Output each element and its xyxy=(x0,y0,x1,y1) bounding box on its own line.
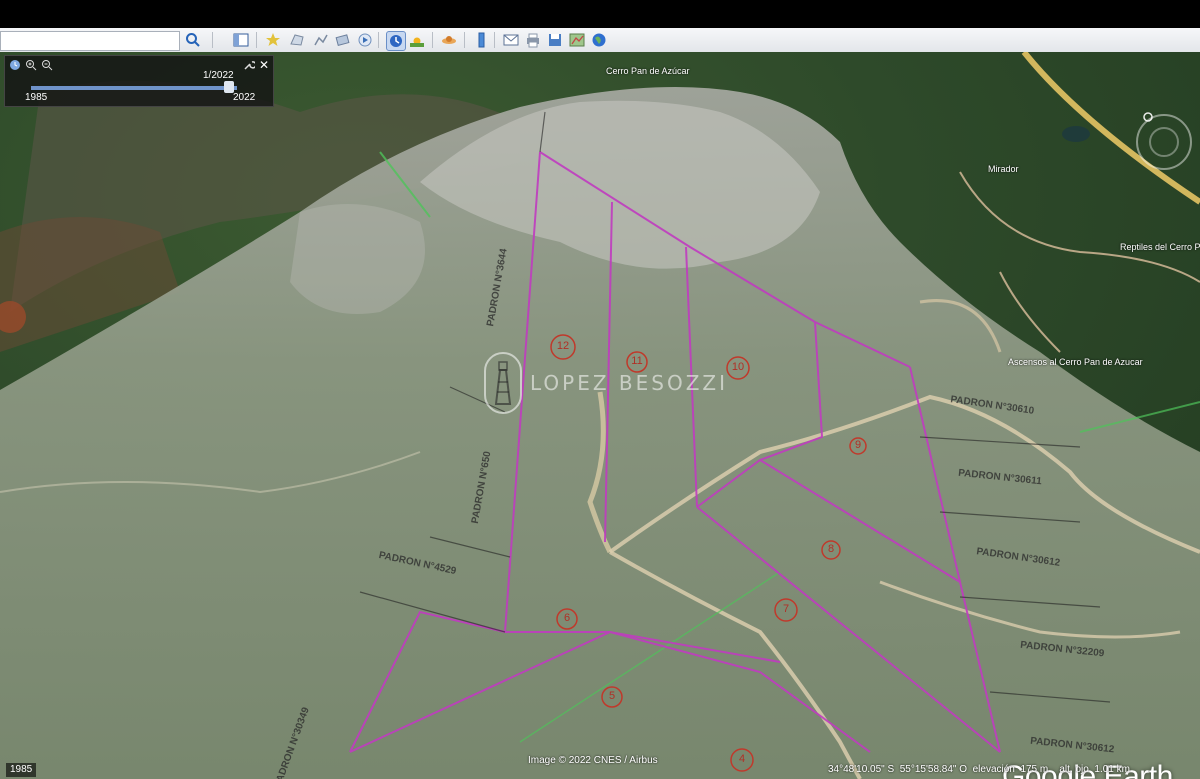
historical-imagery-slider: ✕ 1/2022 1985 2022 xyxy=(4,55,274,107)
lot-number: 5 xyxy=(608,690,616,702)
latitude: 34°48'10.05" S xyxy=(828,764,895,775)
elevation-value: 175 m xyxy=(1020,764,1049,775)
watermark-text: LOPEZ BESOZZI xyxy=(530,371,729,395)
clock-icon[interactable] xyxy=(9,59,21,71)
historical-imagery-icon[interactable] xyxy=(386,31,406,51)
window-top-bar xyxy=(0,0,1200,28)
settings-wrench-icon[interactable] xyxy=(243,59,255,71)
eye-altitude-label: alt. ojo xyxy=(1059,764,1089,775)
sidebar-icon[interactable] xyxy=(232,31,250,49)
lot-number: 8 xyxy=(827,543,835,555)
toolbar-separator xyxy=(464,32,465,48)
place-label-cerro[interactable]: Cerro Pan de Azúcar xyxy=(606,66,690,76)
path-icon[interactable] xyxy=(312,31,330,49)
lot-number: 4 xyxy=(738,753,746,765)
ruler-icon[interactable] xyxy=(472,31,490,49)
search-icon[interactable] xyxy=(184,31,202,49)
tour-icon[interactable] xyxy=(356,31,374,49)
imagery-copyright: Image © 2022 CNES / Airbus xyxy=(528,755,658,766)
place-label-ascensos[interactable]: Ascensos al Cerro Pan de Azucar xyxy=(1008,357,1143,367)
placemark-icon[interactable] xyxy=(264,31,282,49)
zoom-out-icon[interactable] xyxy=(41,59,53,71)
lighthouse-logo-icon xyxy=(484,352,522,414)
navigation-control[interactable] xyxy=(1134,112,1194,172)
polygon-icon[interactable] xyxy=(288,31,306,49)
watermark: LOPEZ BESOZZI xyxy=(484,352,728,414)
toolbar-separator xyxy=(432,32,433,48)
lot-number: 12 xyxy=(556,340,570,352)
sun-icon[interactable] xyxy=(408,31,426,49)
elevation-label: elevación xyxy=(972,764,1015,775)
longitude: 55°15'58.84" O xyxy=(899,764,968,775)
lot-number: 6 xyxy=(563,612,571,624)
status-coordinates: 34°48'10.05" S 55°15'58.84" O elevación … xyxy=(828,763,1130,777)
satellite-imagery xyxy=(0,52,1200,779)
slider-track[interactable] xyxy=(31,86,237,90)
status-imagery-year: 1985 xyxy=(6,763,37,777)
toolbar-separator xyxy=(212,32,213,48)
slider-start-year: 1985 xyxy=(25,92,48,103)
place-label-reptiles[interactable]: Reptiles del Cerro Pan xyxy=(1120,242,1200,252)
place-label-mirador[interactable]: Mirador xyxy=(988,164,1019,174)
slider-current-date: 1/2022 xyxy=(203,70,234,81)
email-icon[interactable] xyxy=(502,31,520,49)
close-icon[interactable]: ✕ xyxy=(259,58,269,72)
overlay-icon[interactable] xyxy=(334,31,352,49)
map-view[interactable]: 12 11 10 9 8 7 6 5 4 PADRON N°4529 PADRON N°650 … xyxy=(0,52,1200,779)
toolbar-separator xyxy=(494,32,495,48)
maps-icon[interactable] xyxy=(568,31,586,49)
planets-icon[interactable] xyxy=(440,31,458,49)
eye-altitude-value: 1.01 km xyxy=(1094,764,1130,775)
lot-number: 10 xyxy=(731,361,745,373)
print-icon[interactable] xyxy=(524,31,542,49)
toolbar-separator xyxy=(256,32,257,48)
search-input[interactable] xyxy=(0,31,180,51)
toolbar-separator xyxy=(378,32,379,48)
lot-number: 9 xyxy=(854,439,862,451)
lot-number: 7 xyxy=(782,603,790,615)
toolbar xyxy=(0,28,1200,53)
save-image-icon[interactable] xyxy=(546,31,564,49)
earth-icon[interactable] xyxy=(590,31,608,49)
zoom-in-icon[interactable] xyxy=(25,59,37,71)
slider-end-year: 2022 xyxy=(233,92,256,103)
